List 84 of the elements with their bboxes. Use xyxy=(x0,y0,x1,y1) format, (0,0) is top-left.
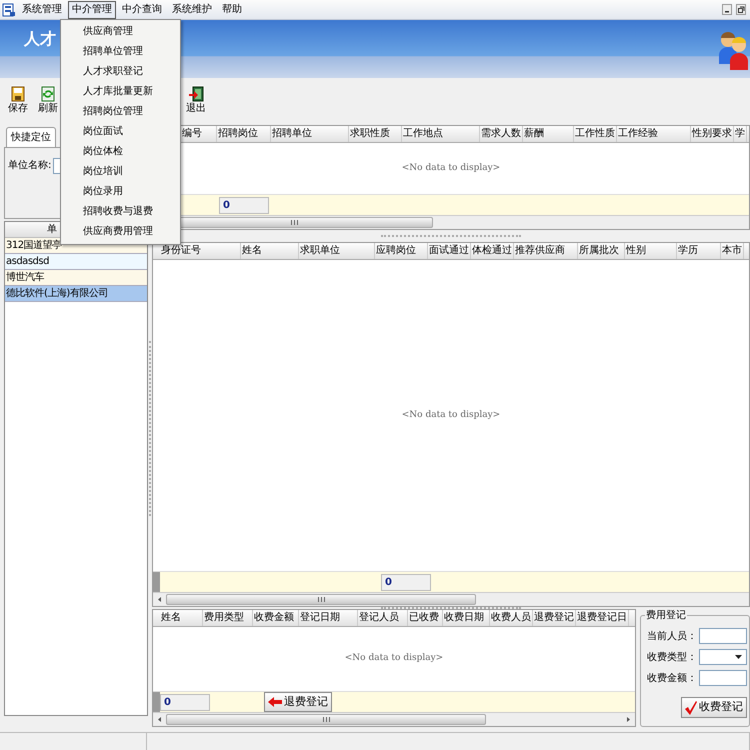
floppy-icon xyxy=(10,86,26,102)
column-header[interactable]: 求职单位 xyxy=(299,243,375,259)
list-item[interactable]: 博世汽车 xyxy=(5,270,147,286)
grip-icon xyxy=(318,597,324,602)
empty-message: <No data to display> xyxy=(344,652,444,666)
app-icon xyxy=(2,2,16,16)
tab[interactable]: 快捷定位 xyxy=(6,127,56,147)
menu-option[interactable]: 供应商管理 xyxy=(61,22,180,42)
menu-option[interactable]: 招聘收费与退费 xyxy=(61,202,180,222)
column-header[interactable]: 收费人员 xyxy=(490,610,533,626)
menu-item[interactable]: 帮助 xyxy=(218,0,246,18)
menu-option[interactable]: 招聘单位管理 xyxy=(61,42,180,62)
menu-item[interactable]: 系统管理 xyxy=(18,0,66,18)
column-header[interactable]: 学历 xyxy=(677,243,721,259)
column-header[interactable]: 应聘岗位 xyxy=(375,243,428,259)
column-header[interactable]: 招聘单位 xyxy=(271,126,349,142)
arrow-left-icon xyxy=(268,697,282,707)
input-field[interactable] xyxy=(699,628,747,644)
column-header[interactable]: 求职性质 xyxy=(349,126,402,142)
toolbar-button[interactable]: 刷新 xyxy=(36,86,60,116)
summary-field: 0 xyxy=(219,196,269,214)
toolbar-button[interactable]: 退出 xyxy=(184,86,208,116)
restore-icon[interactable] xyxy=(736,4,746,15)
column-header[interactable]: 体检通过 xyxy=(471,243,514,259)
column-header[interactable]: 收费日期 xyxy=(443,610,490,626)
door-icon xyxy=(188,86,204,102)
column-header[interactable]: 收费金额 xyxy=(253,610,299,626)
column-header[interactable]: 工作地点 xyxy=(402,126,480,142)
column-header[interactable]: 性别 xyxy=(625,243,677,259)
summary-field: 0 xyxy=(160,694,210,710)
column-header[interactable]: 面试通过 xyxy=(428,243,471,259)
column-header[interactable]: 本市 xyxy=(721,243,744,259)
refund-button[interactable]: 退费登记 xyxy=(264,692,332,712)
list-item[interactable]: asdasdsd xyxy=(5,254,147,270)
field-label: 收费类型： xyxy=(647,650,697,664)
column-header[interactable]: 薪酬 xyxy=(523,126,574,142)
column-header[interactable]: 已收费 xyxy=(408,610,443,626)
column-header: 单 xyxy=(47,224,57,235)
dropdown-icon xyxy=(734,654,743,660)
menu-option[interactable]: 岗位体检 xyxy=(61,142,180,162)
grip-icon xyxy=(290,220,298,225)
input-field[interactable] xyxy=(699,670,747,686)
checkmark-icon xyxy=(685,700,697,714)
field-label: 单位名称: xyxy=(8,158,52,173)
column-header[interactable]: 招聘岗位 xyxy=(217,126,271,142)
summary-field: 0 xyxy=(381,574,431,590)
horizontal-scrollbar[interactable] xyxy=(153,592,749,606)
field-label: 收费金额： xyxy=(647,672,697,686)
column-header[interactable]: 退费登记日 xyxy=(576,610,629,626)
field-label: 当前人员： xyxy=(647,630,697,644)
dropdown-field[interactable] xyxy=(699,649,747,665)
grip-icon xyxy=(322,717,330,722)
column-header[interactable]: 工作性质 xyxy=(574,126,617,142)
column-header[interactable]: 学 xyxy=(734,126,747,142)
menu-item[interactable]: 系统维护 xyxy=(168,0,216,18)
column-header[interactable]: 登记日期 xyxy=(299,610,358,626)
empty-message: <No data to display> xyxy=(402,408,500,422)
menu-item[interactable]: 中介查询 xyxy=(118,0,166,18)
scrollbar-thumb[interactable] xyxy=(166,594,476,605)
toolbar-button[interactable]: 保存 xyxy=(6,86,30,116)
banner-title: 人才 xyxy=(24,28,56,50)
empty-message: <No data to display> xyxy=(402,162,500,175)
column-header[interactable]: 姓名 xyxy=(241,243,299,259)
column-header[interactable]: 推荐供应商 xyxy=(514,243,578,259)
menu-item[interactable]: 中介管理 xyxy=(68,0,116,18)
minimize-icon[interactable] xyxy=(722,4,732,15)
charge-button[interactable]: 收费登记 xyxy=(681,697,747,718)
column-header[interactable]: 所属批次 xyxy=(578,243,625,259)
column-header[interactable]: 登记人员 xyxy=(358,610,408,626)
column-header[interactable]: 性别要求 xyxy=(691,126,734,142)
menu-option[interactable]: 人才求职登记 xyxy=(61,62,180,82)
menu-option[interactable]: 岗位培训 xyxy=(61,162,180,182)
menu-option[interactable]: 招聘岗位管理 xyxy=(61,102,180,122)
column-header[interactable]: 工作经验 xyxy=(617,126,691,142)
menu-option[interactable]: 岗位录用 xyxy=(61,182,180,202)
column-header[interactable]: 费用类型 xyxy=(203,610,253,626)
column-header[interactable]: 退费登记 xyxy=(533,610,576,626)
scrollbar-thumb[interactable] xyxy=(166,714,486,725)
column-header[interactable]: 姓名 xyxy=(159,610,203,626)
list-item[interactable]: 德比软件(上海)有限公司 xyxy=(5,286,147,302)
refresh-icon xyxy=(40,86,56,102)
column-header[interactable]: 需求人数 xyxy=(480,126,523,142)
menu-option[interactable]: 人才库批量更新 xyxy=(61,82,180,102)
horizontal-scrollbar[interactable] xyxy=(153,712,635,726)
